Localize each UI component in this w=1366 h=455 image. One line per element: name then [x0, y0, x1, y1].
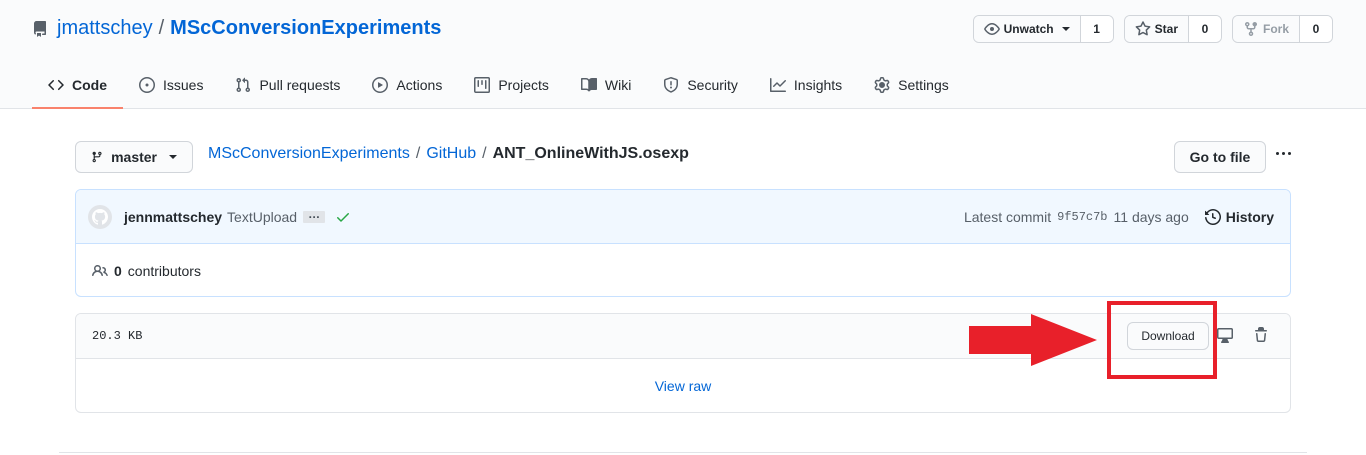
repo-title-separator: /: [158, 17, 165, 39]
history-label: History: [1225, 209, 1274, 225]
tab-issues-label: Issues: [163, 76, 204, 93]
code-icon: [48, 79, 64, 90]
check-icon[interactable]: [335, 209, 351, 225]
star-button[interactable]: Star: [1124, 16, 1189, 42]
repo-icon: [34, 20, 46, 37]
tab-code-label: Code: [72, 76, 107, 93]
file-size: 20.3 KB: [92, 329, 143, 343]
commit-header: jennmattschey TextUpload … Latest commit…: [76, 190, 1290, 244]
branch-icon: [92, 151, 102, 163]
breadcrumb-file-name: ANT_OnlineWithJS.osexp: [492, 145, 689, 162]
view-raw-link[interactable]: View raw: [655, 378, 712, 394]
red-arrow-annotation: [969, 314, 1097, 366]
gear-icon: [874, 76, 890, 93]
people-icon: [92, 264, 108, 276]
github-mark-icon: [92, 208, 108, 225]
red-box-annotation: [1107, 301, 1217, 379]
star-label: Star: [1154, 22, 1178, 36]
issue-icon: [139, 76, 155, 93]
fork-icon: [1244, 22, 1257, 37]
latest-commit-label: Latest commit: [963, 209, 1052, 225]
tab-issues[interactable]: Issues: [123, 62, 219, 107]
star-count[interactable]: 0: [1188, 16, 1221, 42]
tab-wiki[interactable]: Wiki: [565, 62, 647, 107]
commit-message-link[interactable]: TextUpload: [227, 209, 297, 225]
book-icon: [580, 77, 597, 91]
chevron-down-icon: [1061, 27, 1070, 31]
watch-group: Unwatch 1: [972, 15, 1114, 43]
history-link[interactable]: History: [1204, 209, 1274, 225]
fork-button[interactable]: Fork: [1232, 16, 1300, 42]
repo-title: jmattschey / MScConversionExperiments: [32, 17, 441, 40]
watch-count[interactable]: 1: [1080, 16, 1113, 42]
commit-sha-link[interactable]: 9f57c7b: [1057, 210, 1107, 224]
tab-projects[interactable]: Projects: [458, 62, 565, 107]
tab-projects-label: Projects: [498, 76, 549, 93]
contributors-label: contributors: [127, 262, 201, 279]
tab-wiki-label: Wiki: [604, 76, 632, 93]
star-icon: [1135, 21, 1151, 36]
shield-icon: [664, 76, 679, 93]
tab-pull-requests[interactable]: Pull requests: [219, 62, 356, 107]
tab-settings[interactable]: Settings: [858, 62, 965, 107]
graph-icon: [769, 77, 786, 92]
eye-icon: [983, 23, 1000, 35]
contributors-count: 0: [114, 262, 122, 279]
pull-request-icon: [236, 77, 251, 92]
repo-actions: Unwatch 1 Star 0 Fork 0: [972, 15, 1333, 43]
more-options-icon[interactable]: [1273, 144, 1293, 162]
commit-author-link[interactable]: jennmattschey: [124, 209, 222, 225]
repo-name-link[interactable]: MScConversionExperiments: [170, 17, 441, 40]
tab-code[interactable]: Code: [32, 62, 123, 109]
history-icon: [1204, 209, 1221, 225]
chevron-down-icon: [169, 155, 177, 159]
tab-insights-label: Insights: [793, 76, 843, 93]
go-to-file-button[interactable]: Go to file: [1174, 141, 1266, 173]
tab-pull-requests-label: Pull requests: [259, 76, 341, 93]
divider: [59, 452, 1307, 453]
branch-select-button[interactable]: master: [75, 141, 193, 173]
tab-security-label: Security: [687, 76, 738, 93]
star-group: Star 0: [1123, 15, 1222, 43]
breadcrumb-separator: /: [482, 145, 487, 162]
tab-settings-label: Settings: [898, 76, 949, 93]
repo-header: jmattschey / MScConversionExperiments Un…: [0, 0, 1366, 109]
breadcrumb-separator: /: [415, 145, 421, 162]
expand-commit-message-button[interactable]: …: [303, 208, 326, 223]
repo-owner-link[interactable]: jmattschey: [57, 17, 153, 40]
commit-meta: Latest commit 9f57c7b 11 days ago Histor…: [964, 190, 1274, 244]
breadcrumb-folder-link[interactable]: GitHub: [426, 145, 476, 163]
commit-age: 11 days ago: [1113, 209, 1189, 225]
play-icon: [372, 76, 389, 93]
latest-commit-box: jennmattschey TextUpload … Latest commit…: [75, 189, 1291, 297]
tab-security[interactable]: Security: [647, 62, 754, 107]
fork-label: Fork: [1262, 22, 1289, 36]
tab-actions[interactable]: Actions: [356, 62, 458, 107]
trash-icon[interactable]: [1253, 327, 1269, 343]
project-icon: [474, 76, 491, 93]
fork-group: Fork 0: [1231, 15, 1333, 43]
branch-name: master: [111, 149, 157, 165]
desktop-icon[interactable]: [1217, 327, 1233, 343]
unwatch-label: Unwatch: [1003, 22, 1054, 36]
breadcrumb-repo-link[interactable]: MScConversionExperiments: [208, 145, 410, 163]
contributors-row[interactable]: 0 contributors: [76, 244, 1290, 296]
repo-nav: Code Issues Pull requests Actions Projec…: [32, 62, 965, 109]
fork-count[interactable]: 0: [1300, 16, 1332, 42]
tab-actions-label: Actions: [396, 76, 443, 93]
unwatch-button[interactable]: Unwatch: [973, 16, 1081, 42]
breadcrumb: MScConversionExperiments / GitHub / ANT_…: [208, 145, 689, 163]
avatar[interactable]: [88, 204, 112, 229]
tab-insights[interactable]: Insights: [754, 62, 858, 107]
